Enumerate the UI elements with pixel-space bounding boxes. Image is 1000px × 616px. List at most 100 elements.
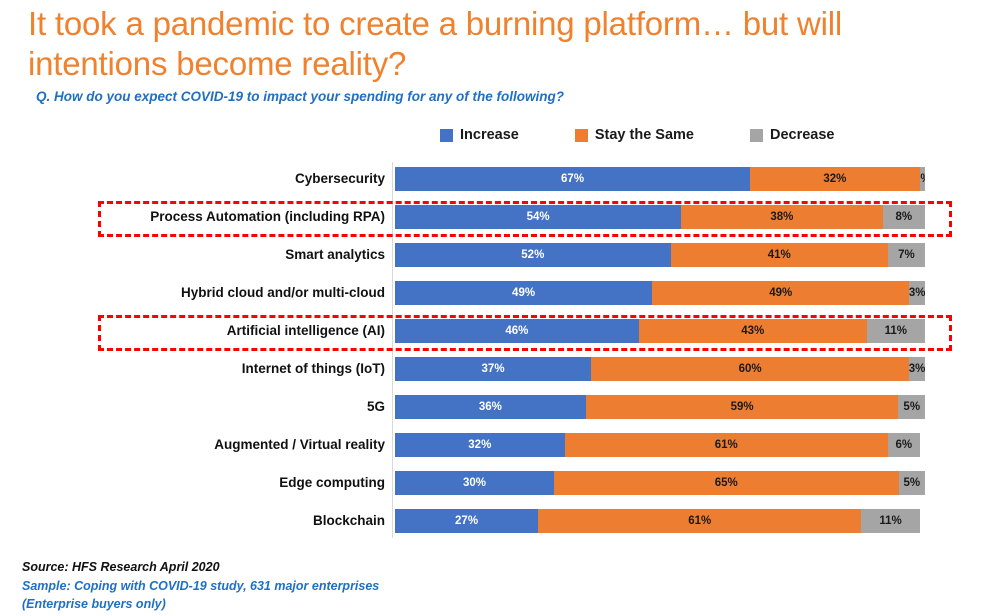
bar-segment-increase[interactable]: 32% (395, 433, 565, 457)
bar-segment-increase[interactable]: 49% (395, 281, 653, 305)
bar-segment-value: 46% (505, 325, 529, 337)
stacked-bar[interactable]: 32% 61% 6% (395, 433, 925, 457)
bar-segment-stay-the-same[interactable]: 49% (652, 281, 910, 305)
category-label: Process Automation (including RPA) (150, 209, 385, 224)
category-label: Blockchain (312, 513, 385, 528)
category-label: Smart analytics (285, 247, 385, 262)
bar-segment-value: 61% (688, 515, 712, 527)
square-swatch-icon (750, 128, 763, 142)
bar-segment-value: 8% (895, 211, 913, 223)
chart-legend: Increase Stay the Same Decrease (440, 127, 835, 143)
stacked-bar[interactable]: 46% 43% 11% (395, 319, 925, 343)
category-label: Artificial intelligence (AI) (226, 323, 385, 338)
bar-segment-decrease[interactable]: 7% (887, 243, 925, 267)
bar-segment-value: 30% (462, 477, 487, 489)
bar-segment-decrease[interactable]: 8% (882, 205, 925, 229)
footnote-source: Source: HFS Research April 2020 (22, 560, 220, 574)
bar-segment-value: 49% (769, 287, 793, 299)
bar-segment-increase[interactable]: 36% (395, 395, 586, 419)
legend-item-label: Stay the Same (594, 127, 694, 143)
bar-segment-value: 3% (909, 287, 926, 299)
category-label: Hybrid cloud and/or multi-cloud (181, 285, 385, 300)
category-label: 5G (366, 399, 385, 414)
legend-item-label: Decrease (770, 127, 835, 143)
bar-segment-decrease[interactable]: 6% (887, 433, 920, 457)
bar-segment-value: 1% (920, 173, 925, 185)
category-label: Internet of things (IoT) (241, 361, 385, 376)
stacked-bar[interactable]: 27% 61% 11% (395, 509, 925, 533)
bar-segment-decrease[interactable]: 11% (866, 319, 925, 343)
bar-segment-value: 59% (730, 401, 754, 413)
bar-segment-value: 36% (478, 401, 502, 413)
bar-segment-stay-the-same[interactable]: 65% (554, 471, 899, 495)
chart-row: 5G 36% 59% 5% (0, 388, 1000, 426)
bar-segment-increase[interactable]: 46% (395, 319, 639, 343)
legend-item-increase[interactable]: Increase (440, 127, 519, 143)
bar-segment-increase[interactable]: 37% (395, 357, 592, 381)
stacked-bar[interactable]: 49% 49% 3% (395, 281, 926, 305)
footnote-sample-line-1: Sample: Coping with COVID-19 study, 631 … (22, 578, 380, 593)
bar-segment-value: 60% (738, 363, 762, 375)
bar-segment-value: 52% (521, 249, 545, 261)
chart-row: Edge computing 30% 65% 5% (0, 464, 1000, 502)
bar-segment-stay-the-same[interactable]: 61% (538, 509, 862, 533)
bar-segment-stay-the-same[interactable]: 32% (750, 167, 920, 191)
bar-segment-value: 37% (481, 363, 505, 375)
stacked-bar-chart: Cybersecurity 67% 32% 1% Process Automation … (0, 160, 1000, 540)
bar-segment-increase[interactable]: 54% (395, 205, 682, 229)
square-swatch-icon (574, 128, 588, 142)
bar-segment-value: 32% (823, 173, 847, 185)
square-swatch-icon (440, 128, 453, 142)
chart-row: Internet of things (IoT) 37% 60% 3% (0, 350, 1000, 388)
bar-segment-value: 54% (526, 211, 550, 223)
bar-segment-stay-the-same[interactable]: 60% (591, 357, 910, 381)
chart-row: Smart analytics 52% 41% 7% (0, 236, 1000, 274)
stacked-bar[interactable]: 36% 59% 5% (395, 395, 925, 419)
bar-segment-decrease[interactable]: 3% (909, 357, 925, 381)
bar-segment-value: 32% (468, 439, 492, 451)
chart-row: Cybersecurity 67% 32% 1% (0, 160, 1000, 198)
bar-segment-value: 67% (561, 173, 585, 185)
bar-segment-decrease[interactable]: 5% (898, 471, 925, 495)
bar-segment-stay-the-same[interactable]: 59% (585, 395, 899, 419)
stacked-bar[interactable]: 52% 41% 7% (395, 243, 925, 267)
bar-segment-value: 49% (512, 287, 536, 299)
bar-segment-value: 3% (909, 363, 925, 375)
chart-footnote: Source: HFS Research April 2020 Sample: … (22, 558, 379, 614)
bar-segment-value: 43% (741, 325, 765, 337)
stacked-bar[interactable]: 67% 32% 1% (395, 167, 925, 191)
bar-segment-value: 65% (714, 477, 738, 489)
category-label: Edge computing (279, 475, 385, 490)
bar-segment-increase[interactable]: 27% (395, 509, 539, 533)
bar-segment-decrease[interactable]: 3% (909, 281, 926, 305)
bar-segment-stay-the-same[interactable]: 41% (670, 243, 888, 267)
bar-segment-increase[interactable]: 52% (395, 243, 671, 267)
chart-row: Process Automation (including RPA) 54% 38%… (0, 198, 1000, 236)
bar-segment-decrease[interactable]: 1% (919, 167, 925, 191)
bar-segment-value: 11% (879, 515, 902, 527)
bar-segment-increase[interactable]: 30% (395, 471, 554, 495)
bar-segment-value: 41% (767, 249, 791, 261)
bar-segment-decrease[interactable]: 5% (898, 395, 925, 419)
legend-item-stay-the-same[interactable]: Stay the Same (574, 127, 694, 143)
chart-row: Hybrid cloud and/or multi-cloud 49% 49% 3% (0, 274, 1000, 312)
bar-segment-stay-the-same[interactable]: 61% (564, 433, 888, 457)
bar-segment-value: 6% (895, 439, 913, 451)
bar-segment-decrease[interactable]: 11% (861, 509, 920, 533)
chart-row: Blockchain 27% 61% 11% (0, 502, 1000, 540)
category-label: Augmented / Virtual reality (214, 437, 385, 452)
bar-segment-increase[interactable]: 67% (395, 167, 751, 191)
stacked-bar[interactable]: 54% 38% 8% (395, 205, 925, 229)
bar-segment-value: 7% (898, 249, 915, 261)
legend-item-label: Increase (460, 127, 519, 143)
bar-segment-value: 38% (770, 211, 794, 223)
bar-segment-value: 5% (903, 477, 921, 489)
legend-item-decrease[interactable]: Decrease (750, 127, 835, 143)
page-title: It took a pandemic to create a burning p… (28, 5, 843, 82)
footnote-sample-line-2: (Enterprise buyers only) (22, 597, 166, 611)
stacked-bar[interactable]: 37% 60% 3% (395, 357, 925, 381)
stacked-bar[interactable]: 30% 65% 5% (395, 471, 925, 495)
bar-segment-value: 61% (714, 439, 738, 451)
bar-segment-stay-the-same[interactable]: 43% (638, 319, 867, 343)
bar-segment-stay-the-same[interactable]: 38% (681, 205, 883, 229)
